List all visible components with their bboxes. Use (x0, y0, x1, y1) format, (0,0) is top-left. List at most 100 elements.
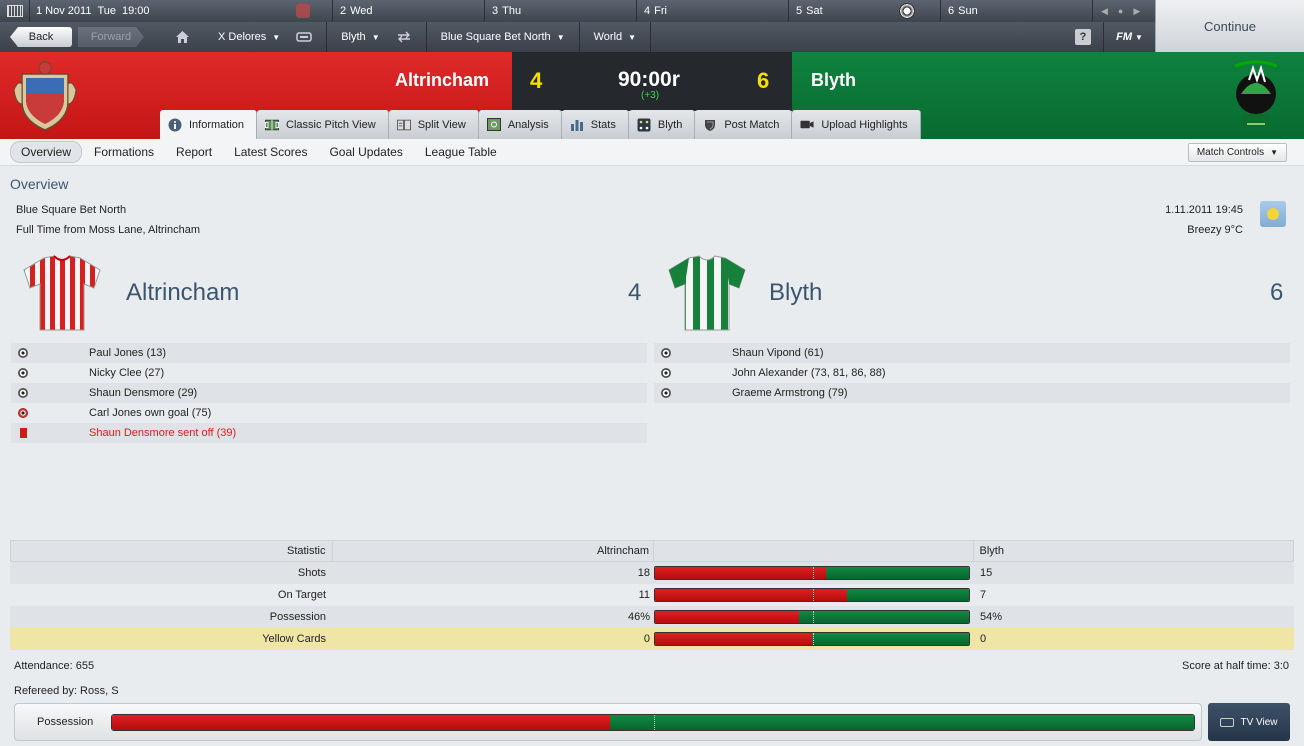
subtab-league-table[interactable]: League Table (415, 142, 507, 162)
match-controls-dropdown[interactable]: Match Controls ▼ (1187, 143, 1287, 162)
added-time: (+3) (641, 90, 660, 101)
list-item: Paul Jones (13) (11, 343, 647, 363)
subtab-report[interactable]: Report (166, 142, 222, 162)
calendar-day-num: 6 (948, 5, 955, 17)
event-text[interactable]: Paul Jones (13) (89, 347, 166, 359)
tab-classic-pitch-view[interactable]: Classic Pitch View (257, 110, 389, 139)
tab-label: Split View (417, 118, 466, 131)
tab-label: Stats (590, 118, 616, 131)
calendar-day[interactable]: 4 Fri (637, 0, 789, 22)
event-text[interactable]: Carl Jones own goal (75) (89, 407, 211, 419)
calendar-day[interactable]: 6 Sun (941, 0, 1093, 22)
stat-bar (654, 610, 970, 624)
tab-blyth[interactable]: Blyth (628, 110, 696, 139)
scroll-left-icon[interactable]: ◀ (1101, 6, 1108, 17)
list-item: Nicky Clee (27) (11, 363, 647, 383)
stat-away-value: 0 (980, 633, 987, 645)
column-header[interactable]: Blyth (974, 545, 1294, 557)
home-team-title[interactable]: Altrincham (126, 279, 239, 307)
table-row: Yellow Cards 0 0 (10, 628, 1294, 650)
table-row: Possession 46% 54% (10, 606, 1294, 628)
list-item: Shaun Vipond (61) (654, 343, 1290, 363)
subtab-overview[interactable]: Overview (10, 141, 83, 163)
event-text[interactable]: Shaun Densmore (29) (89, 387, 197, 399)
calendar-scroll: ◀ ● ▶ (1093, 6, 1140, 17)
own-goal-icon (18, 408, 28, 418)
subtab-formations[interactable]: Formations (84, 142, 164, 162)
competition-name: Blue Square Bet North (440, 31, 551, 43)
home-kit-icon (23, 255, 101, 331)
match-clock: 90:00r (618, 68, 680, 91)
list-item: Graeme Armstrong (79) (654, 383, 1290, 403)
event-text[interactable]: Graeme Armstrong (79) (732, 387, 848, 399)
calendar-day[interactable]: 2 Wed (333, 0, 485, 22)
possession-bar-home (112, 714, 610, 730)
match-tabs: Information Classic Pitch View Split Vie… (160, 110, 921, 139)
stat-bar-home (655, 567, 827, 579)
manager-menu[interactable]: X Delores ▼ (204, 22, 326, 52)
list-item: Shaun Densmore sent off (39) (11, 423, 647, 443)
stat-home-value: 11 (638, 589, 650, 601)
continue-button[interactable]: Continue (1155, 0, 1304, 52)
referee-label[interactable]: Refereed by: Ross, S (14, 685, 119, 697)
stats-icon (570, 118, 584, 132)
home-icon (174, 29, 190, 45)
match-ball-icon (899, 3, 915, 19)
competition-menu[interactable]: Blue Square Bet North ▼ (427, 22, 579, 52)
calendar-icon[interactable] (0, 0, 30, 22)
tab-analysis[interactable]: Analysis (478, 110, 562, 139)
away-events-list: Shaun Vipond (61) John Alexander (73, 81… (654, 343, 1290, 403)
stat-bar (654, 588, 970, 602)
away-team-name: Blyth (811, 70, 856, 90)
scroll-right-icon[interactable]: ▶ (1133, 6, 1140, 17)
stat-bar-away (812, 633, 969, 645)
help-button[interactable]: ? (1075, 29, 1091, 45)
away-kit-icon (668, 255, 746, 331)
fm-menu-button[interactable]: FM ▼ (1103, 22, 1155, 52)
club-menu[interactable]: Blyth ▼ (327, 22, 425, 52)
stat-label: Yellow Cards (262, 633, 326, 645)
tab-post-match[interactable]: Post Match (695, 110, 793, 139)
event-text[interactable]: Nicky Clee (27) (89, 367, 164, 379)
event-text[interactable]: Shaun Vipond (61) (732, 347, 824, 359)
calendar-day-name: Thu (502, 5, 522, 17)
tab-label: Upload Highlights (821, 118, 908, 131)
event-text[interactable]: Shaun Densmore sent off (39) (89, 427, 236, 439)
away-team-title[interactable]: Blyth (769, 279, 822, 307)
inbox-icon[interactable] (296, 29, 312, 45)
competition-label[interactable]: Blue Square Bet North (16, 204, 126, 216)
tab-information[interactable]: Information (160, 110, 258, 139)
event-text[interactable]: John Alexander (73, 81, 86, 88) (732, 367, 886, 379)
home-score: 4 (530, 68, 543, 93)
tv-view-button[interactable]: TV View (1208, 703, 1290, 741)
world-menu[interactable]: World ▼ (580, 22, 650, 52)
tab-split-view[interactable]: Split View (388, 110, 479, 139)
forward-button[interactable]: Forward (78, 27, 144, 47)
home-team-score: 4 (628, 279, 642, 306)
home-button[interactable] (144, 22, 204, 52)
column-header[interactable]: Statistic (11, 541, 333, 561)
tab-upload-highlights[interactable]: Upload Highlights (792, 110, 921, 139)
calendar-day[interactable]: 3 Thu (485, 0, 637, 22)
away-crest-icon[interactable] (1231, 58, 1281, 134)
goal-ball-icon (18, 368, 28, 378)
scroll-center-icon[interactable]: ● (1118, 6, 1123, 16)
stat-label: Possession (269, 611, 326, 623)
venue-label: Full Time from Moss Lane, Altrincham (16, 224, 201, 236)
column-header[interactable]: Altrincham (333, 541, 654, 561)
home-crest-icon[interactable] (12, 60, 78, 132)
back-button[interactable]: Back (10, 27, 72, 47)
manager-name: X Delores (218, 31, 267, 43)
tab-stats[interactable]: Stats (561, 110, 629, 139)
possession-label: Possession (37, 716, 94, 728)
calendar-day[interactable]: 5 Sat (789, 0, 941, 22)
tactics-icon (637, 118, 651, 132)
subtab-goal-updates[interactable]: Goal Updates (319, 142, 412, 162)
stat-label: On Target (277, 589, 326, 601)
subtab-latest-scores[interactable]: Latest Scores (224, 142, 317, 162)
calendar-today[interactable]: 1 Nov 2011 Tue 19:00 (30, 0, 333, 22)
split-view-icon (396, 118, 411, 132)
navigation-bar: Back Forward X Delores ▼ Blyth ▼ Blue Sq… (0, 22, 1155, 52)
chevron-down-icon: ▼ (1134, 32, 1143, 42)
swap-icon[interactable] (396, 29, 412, 45)
